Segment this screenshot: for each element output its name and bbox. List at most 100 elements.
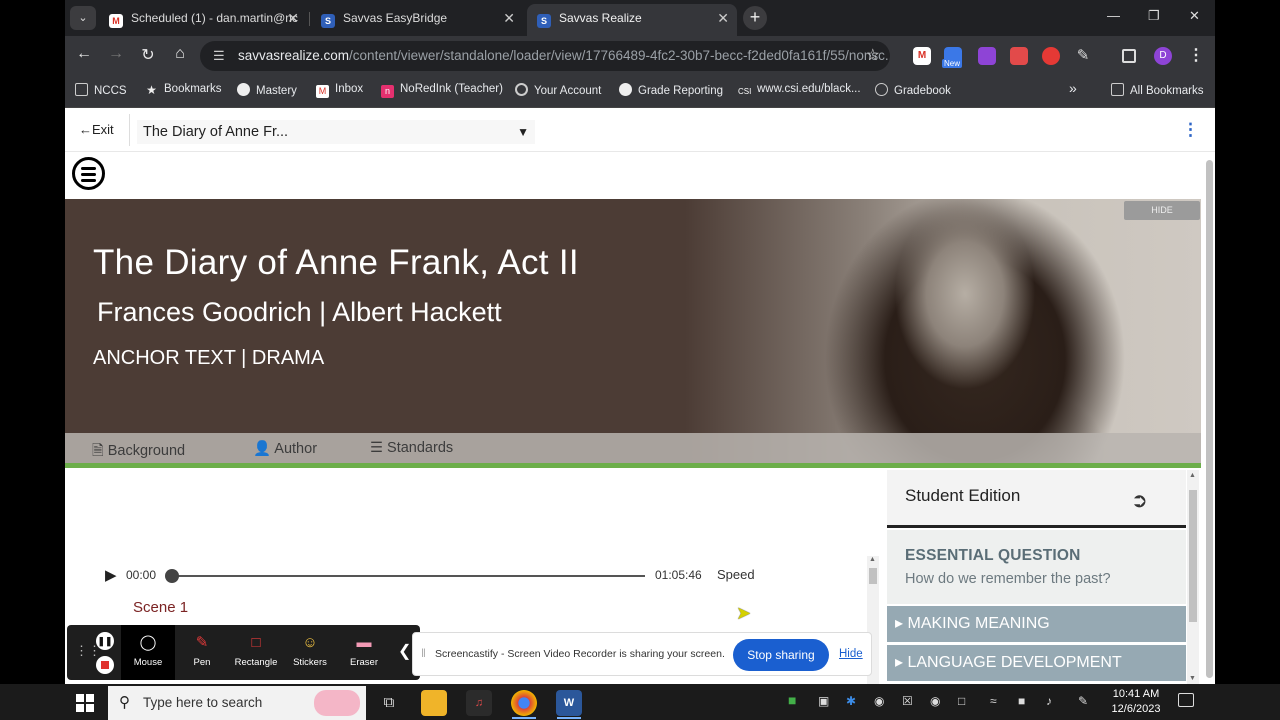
tab-label: Background — [107, 443, 186, 459]
scroll-up-icon[interactable]: ▲ — [1189, 472, 1196, 479]
bookmark-csi[interactable]: CSI www.csi.edu/black... — [738, 83, 861, 98]
profile-avatar[interactable]: D — [1154, 47, 1172, 65]
bookmark-your-account[interactable]: Your Account — [515, 83, 601, 97]
chrome-menu-icon[interactable]: ⋮ — [1185, 45, 1207, 65]
audio-progress-handle[interactable] — [165, 569, 179, 583]
tab-search-chevron-icon[interactable]: ⌄ — [70, 6, 96, 30]
usb-icon[interactable]: ▣ — [818, 694, 829, 708]
stickers-tool[interactable]: ☺ Stickers — [283, 625, 337, 680]
more-options-icon[interactable]: ⋮ — [1182, 120, 1199, 140]
hide-banner-button[interactable]: HIDE — [1124, 201, 1200, 220]
screencastify-extension-icon[interactable] — [1042, 47, 1060, 65]
document-select[interactable]: The Diary of Anne Fr... ▼ — [137, 120, 535, 144]
address-bar[interactable]: ☰ savvasrealize.com/content/viewer/stand… — [200, 41, 890, 71]
collapse-icon[interactable]: ❮ — [398, 641, 411, 661]
task-view-icon[interactable]: ⧉ — [376, 690, 402, 716]
bookmark-grade-reporting[interactable]: Grade Reporting — [619, 83, 723, 97]
pen-tray-icon[interactable]: ✎ — [1078, 694, 1088, 708]
close-tab-icon[interactable]: ✕ — [503, 4, 515, 32]
tab-realize[interactable]: S Savvas Realize ✕ — [527, 4, 737, 36]
app-icon[interactable]: ♫ — [466, 690, 492, 716]
play-icon[interactable]: ▶ — [105, 566, 117, 584]
bookmark-noredink[interactable]: n NoRedInk (Teacher) — [381, 83, 503, 98]
volume-icon[interactable]: ♪ — [1046, 694, 1052, 708]
tray-app-icon[interactable]: ☒ — [902, 694, 913, 708]
scroll-thumb[interactable] — [1206, 160, 1213, 678]
security-icon[interactable]: ■ — [1018, 694, 1025, 708]
pause-recording-button[interactable]: ❚❚ — [96, 632, 114, 650]
pen-tool[interactable]: ✎ Pen — [175, 625, 229, 680]
close-window-icon[interactable]: ✕ — [1189, 8, 1200, 24]
person-icon: 👤 — [253, 441, 272, 457]
stop-recording-button[interactable] — [96, 656, 114, 674]
minimize-icon[interactable]: — — [1107, 8, 1120, 23]
notifications-icon[interactable] — [1178, 693, 1194, 707]
reload-icon[interactable]: ↻ — [137, 45, 159, 65]
back-icon[interactable]: ← — [73, 45, 95, 63]
home-icon[interactable]: ⌂ — [169, 45, 191, 63]
more-bookmarks-icon[interactable]: » — [1069, 80, 1077, 96]
url-host: savvasrealize.com — [238, 48, 350, 63]
current-time: 00:00 — [126, 568, 157, 582]
file-explorer-icon[interactable] — [421, 690, 447, 716]
tray-app-icon[interactable]: □ — [958, 694, 965, 708]
forward-icon[interactable]: → — [105, 45, 127, 63]
scroll-thumb[interactable] — [869, 568, 877, 584]
puzzle-extension-icon[interactable] — [978, 47, 996, 65]
essential-question: ESSENTIAL QUESTION How do we remember th… — [887, 530, 1186, 604]
author-tab[interactable]: 👤 Author — [253, 440, 317, 457]
word-icon[interactable]: W — [556, 690, 582, 716]
language-development-section[interactable]: ▸ LANGUAGE DEVELOPMENT — [887, 645, 1186, 681]
standards-tab[interactable]: ☰ Standards — [370, 440, 453, 456]
rectangle-tool[interactable]: □ Rectangle — [229, 625, 283, 680]
new-tab-button[interactable]: + — [743, 6, 767, 30]
tray-app-icon[interactable]: ◉ — [874, 694, 884, 708]
stop-sharing-button[interactable]: Stop sharing — [733, 639, 829, 671]
windows-start-icon[interactable] — [76, 694, 94, 712]
audio-progress-track[interactable] — [171, 575, 645, 577]
taskbar-search[interactable]: ⚲ Type here to search — [108, 686, 366, 720]
bookmark-gradebook[interactable]: Gradebook — [875, 83, 951, 97]
panel-scrollbar[interactable]: ▲ ▼ — [1187, 470, 1199, 684]
all-bookmarks[interactable]: All Bookmarks — [1111, 83, 1204, 97]
clock-time: 10:41 AM — [1112, 688, 1160, 700]
background-tab[interactable]: 🗎 Background — [92, 440, 185, 463]
bluetooth-icon[interactable]: ✱ — [846, 694, 856, 708]
eraser-tool[interactable]: ▬ Eraser — [337, 625, 391, 680]
close-tab-icon[interactable]: ✕ — [717, 4, 729, 32]
drag-handle-icon[interactable]: ‖ — [421, 646, 426, 660]
site-settings-icon[interactable]: ☰ — [213, 41, 225, 71]
restore-icon[interactable]: ❐ — [1148, 8, 1160, 24]
scroll-down-icon[interactable]: ▼ — [1189, 675, 1196, 682]
bookmark-star-icon[interactable]: ☆ — [866, 41, 880, 71]
speed-button[interactable]: Speed — [717, 567, 755, 582]
tab-gmail[interactable]: M Scheduled (1) - dan.martin@nc ✕ — [103, 4, 307, 36]
making-meaning-section[interactable]: ▸ MAKING MEANING — [887, 606, 1186, 642]
tab-easybridge[interactable]: S Savvas EasyBridge ✕ — [315, 4, 523, 36]
wifi-icon[interactable]: ≈ — [990, 694, 997, 708]
pen-icon: ✎ — [195, 634, 209, 651]
tray-app-icon[interactable]: ■ — [788, 692, 796, 708]
extensions-icon[interactable]: ✎ — [1074, 47, 1092, 65]
close-tab-icon[interactable]: ✕ — [287, 4, 299, 32]
exit-button[interactable]: ←Exit — [79, 122, 114, 137]
bookmark-bookmarks[interactable]: ★ Bookmarks — [145, 83, 221, 97]
chrome-tray-icon[interactable]: ◉ — [930, 694, 940, 708]
gmail-extension-icon[interactable]: M — [913, 47, 931, 65]
taskbar-clock[interactable]: 10:41 AM 12/6/2023 — [1108, 687, 1164, 717]
bookmark-inbox[interactable]: M Inbox — [316, 83, 363, 98]
gmail-icon: M — [109, 14, 123, 28]
chrome-taskbar-icon[interactable] — [511, 690, 537, 716]
side-panel-icon[interactable] — [1122, 49, 1136, 63]
hide-notice-link[interactable]: Hide — [839, 648, 863, 660]
scroll-up-icon[interactable]: ▲ — [869, 556, 876, 563]
exit-panel-icon[interactable]: ➲ — [1131, 488, 1148, 513]
bookmark-mastery[interactable]: Mastery — [237, 83, 297, 97]
mouse-tool[interactable]: ◯ Mouse — [121, 625, 175, 680]
menu-icon[interactable] — [72, 157, 105, 190]
recorder-extension-icon[interactable] — [1010, 47, 1028, 65]
hero-tabs: 🗎 Background 👤 Author ☰ Standards — [65, 433, 1201, 463]
page-scrollbar[interactable] — [1205, 156, 1213, 678]
scroll-thumb[interactable] — [1189, 490, 1197, 622]
bookmark-nccs[interactable]: NCCS — [75, 83, 127, 97]
